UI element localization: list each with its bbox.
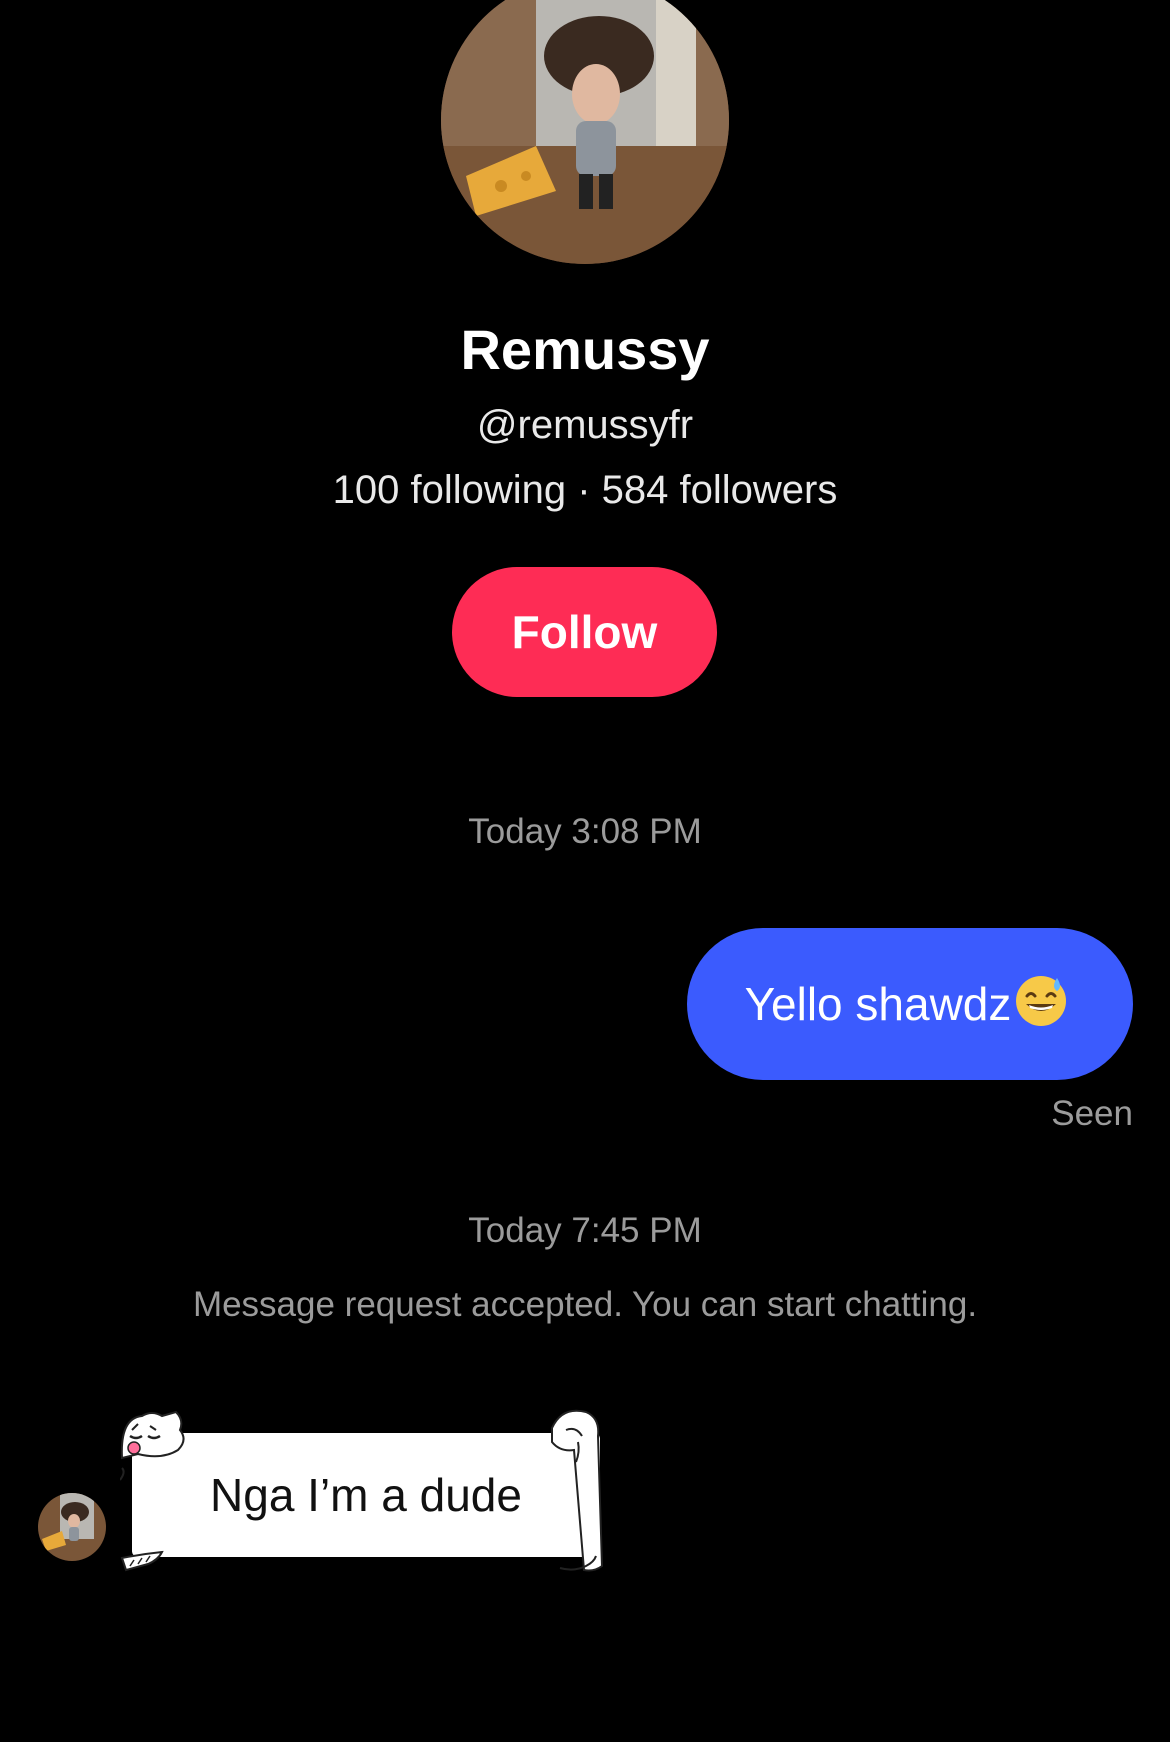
contact-photo — [38, 1493, 106, 1561]
profile-avatar[interactable] — [441, 0, 729, 264]
system-message: Message request accepted. You can start … — [192, 1285, 978, 1324]
message-timestamp: Today 3:08 PM — [468, 812, 702, 851]
message-timestamp: Today 7:45 PM — [468, 1211, 702, 1250]
incoming-message-text: Nga I’m a dude — [210, 1469, 522, 1521]
follow-button[interactable]: Follow — [452, 567, 717, 697]
grinning-sweat-emoji-icon — [1013, 972, 1069, 1028]
profile-stats: 100 following · 584 followers — [332, 468, 838, 512]
incoming-message-bubble[interactable]: Nga I’m a dude — [132, 1433, 600, 1557]
profile-username: @remussyfr — [476, 403, 694, 447]
profile-photo — [441, 0, 729, 264]
outgoing-message-bubble[interactable]: Yello shawdz — [687, 928, 1133, 1080]
contact-avatar[interactable] — [38, 1493, 106, 1561]
outgoing-message-text: Yello shawdz — [744, 978, 1012, 1030]
seen-status: Seen — [1051, 1094, 1133, 1133]
profile-display-name: Remussy — [460, 318, 710, 381]
